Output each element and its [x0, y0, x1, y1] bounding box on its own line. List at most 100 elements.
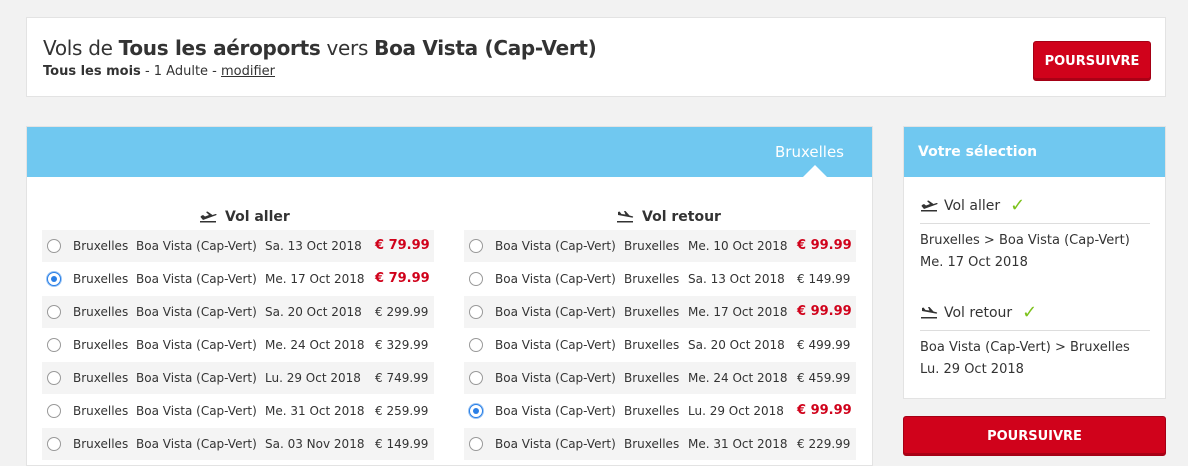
flight-date: Me. 24 Oct 2018: [688, 371, 788, 385]
flight-date: Me. 31 Oct 2018: [688, 437, 788, 451]
outbound-flight-row[interactable]: Bruxelles Boa Vista (Cap-Vert) Sa. 13 Oct …: [42, 230, 434, 262]
search-subtitle: Tous les mois - 1 Adulte - modifier: [43, 64, 275, 79]
flight-date: Me. 17 Oct 2018: [688, 305, 788, 319]
flight-date: Sa. 20 Oct 2018: [265, 305, 362, 319]
flight-origin: Bruxelles: [73, 437, 129, 451]
outbound-flight-row[interactable]: Bruxelles Boa Vista (Cap-Vert) Me. 17 Oct …: [42, 263, 434, 295]
flight-origin: Bruxelles: [73, 338, 129, 352]
flight-destination: Boa Vista (Cap-Vert): [136, 437, 257, 451]
tab-indicator: [802, 165, 828, 178]
flight-destination: Boa Vista (Cap-Vert): [136, 338, 257, 352]
flight-origin: Boa Vista (Cap-Vert): [495, 272, 616, 286]
flight-date: Lu. 29 Oct 2018: [265, 371, 361, 385]
plane-takeoff-icon: [921, 200, 938, 211]
outbound-flight-row[interactable]: Bruxelles Boa Vista (Cap-Vert) Sa. 03 Nov …: [42, 428, 434, 460]
inbound-flight-row[interactable]: Boa Vista (Cap-Vert) Bruxelles Me. 10 Oct …: [464, 230, 856, 262]
title-connector: vers: [320, 36, 375, 60]
flight-radio[interactable]: [47, 305, 61, 319]
divider: [920, 330, 1150, 331]
flight-origin: Boa Vista (Cap-Vert): [495, 338, 616, 352]
search-summary-panel: Vols de Tous les aéroports vers Boa Vist…: [26, 17, 1166, 97]
flight-radio[interactable]: [469, 338, 483, 352]
flight-price: € 259.99: [375, 404, 429, 418]
selection-outbound-label: Vol aller: [944, 197, 1001, 214]
check-icon: ✓: [1022, 302, 1038, 323]
flight-radio[interactable]: [47, 338, 61, 352]
selection-outbound-details: Bruxelles > Boa Vista (Cap-Vert) Me. 17 …: [920, 230, 1130, 274]
selection-inbound-date: Lu. 29 Oct 2018: [920, 362, 1024, 377]
plane-takeoff-icon: [200, 211, 217, 223]
selection-outbound-title: Vol aller ✓: [920, 195, 1025, 216]
flight-radio[interactable]: [47, 371, 61, 385]
flight-price: € 149.99: [375, 437, 429, 451]
passengers-label: - 1 Adulte -: [140, 64, 221, 79]
flight-destination: Boa Vista (Cap-Vert): [136, 305, 257, 319]
inbound-flight-row[interactable]: Boa Vista (Cap-Vert) Bruxelles Sa. 20 Oct …: [464, 329, 856, 361]
flight-radio[interactable]: [47, 272, 61, 286]
flight-destination: Bruxelles: [624, 371, 680, 385]
modify-link[interactable]: modifier: [221, 64, 275, 79]
selection-panel: Votre sélection Vol aller ✓ Bruxelles > …: [903, 126, 1166, 399]
flight-date: Sa. 03 Nov 2018: [265, 437, 365, 451]
flight-destination: Boa Vista (Cap-Vert): [136, 404, 257, 418]
tab-bruxelles[interactable]: Bruxelles: [775, 143, 844, 161]
outbound-flight-row[interactable]: Bruxelles Boa Vista (Cap-Vert) Me. 31 Oct …: [42, 395, 434, 427]
plane-landing-icon: [921, 306, 938, 318]
outbound-flight-row[interactable]: Bruxelles Boa Vista (Cap-Vert) Me. 24 Oct …: [42, 329, 434, 361]
inbound-flight-row[interactable]: Boa Vista (Cap-Vert) Bruxelles Me. 31 Oct …: [464, 428, 856, 460]
flight-origin: Bruxelles: [73, 272, 129, 286]
flight-destination: Bruxelles: [624, 305, 680, 319]
flight-destination: Boa Vista (Cap-Vert): [136, 272, 257, 286]
flight-radio[interactable]: [469, 371, 483, 385]
inbound-flight-row[interactable]: Boa Vista (Cap-Vert) Bruxelles Sa. 13 Oct …: [464, 263, 856, 295]
flight-date: Me. 17 Oct 2018: [265, 272, 365, 286]
flights-panel: Bruxelles Vol aller Vol retour Bruxelles…: [26, 126, 873, 466]
flight-radio[interactable]: [47, 404, 61, 418]
flight-price: € 99.99: [797, 238, 852, 253]
inbound-flight-row[interactable]: Boa Vista (Cap-Vert) Bruxelles Me. 24 Oct …: [464, 362, 856, 394]
flight-radio[interactable]: [469, 305, 483, 319]
outbound-flight-row[interactable]: Bruxelles Boa Vista (Cap-Vert) Sa. 20 Oct …: [42, 296, 434, 328]
flight-radio[interactable]: [47, 437, 61, 451]
flight-date: Lu. 29 Oct 2018: [688, 404, 784, 418]
flight-destination: Bruxelles: [624, 239, 680, 253]
flight-price: € 149.99: [797, 272, 851, 286]
period-label: Tous les mois: [43, 64, 141, 79]
flight-origin: Bruxelles: [73, 239, 129, 253]
flight-radio[interactable]: [469, 272, 483, 286]
flight-origin: Boa Vista (Cap-Vert): [495, 305, 616, 319]
flight-destination: Bruxelles: [624, 338, 680, 352]
title-origin: Tous les aéroports: [118, 36, 321, 60]
flight-radio[interactable]: [47, 239, 61, 253]
outbound-flight-row[interactable]: Bruxelles Boa Vista (Cap-Vert) Lu. 29 Oct …: [42, 362, 434, 394]
inbound-column-title: Vol retour: [616, 209, 721, 225]
selection-inbound-title: Vol retour ✓: [920, 302, 1037, 323]
flight-origin: Boa Vista (Cap-Vert): [495, 371, 616, 385]
divider: [920, 223, 1150, 224]
inbound-flight-row[interactable]: Boa Vista (Cap-Vert) Bruxelles Lu. 29 Oct …: [464, 395, 856, 427]
inbound-title-label: Vol retour: [642, 209, 721, 225]
flight-price: € 79.99: [375, 271, 430, 286]
flight-price: € 499.99: [797, 338, 851, 352]
selection-inbound-details: Boa Vista (Cap-Vert) > Bruxelles Lu. 29 …: [920, 337, 1130, 381]
flight-price: € 749.99: [375, 371, 429, 385]
inbound-flight-row[interactable]: Boa Vista (Cap-Vert) Bruxelles Me. 17 Oct …: [464, 296, 856, 328]
continue-button-sidebar[interactable]: POURSUIVRE: [903, 416, 1166, 456]
flight-price: € 99.99: [797, 403, 852, 418]
flight-price: € 459.99: [797, 371, 851, 385]
flight-origin: Boa Vista (Cap-Vert): [495, 239, 616, 253]
outbound-title-label: Vol aller: [225, 209, 290, 225]
flight-destination: Bruxelles: [624, 404, 680, 418]
flight-origin: Boa Vista (Cap-Vert): [495, 437, 616, 451]
selection-title: Votre sélection: [904, 127, 1165, 177]
flight-radio[interactable]: [469, 239, 483, 253]
plane-landing-icon: [617, 211, 634, 223]
flight-date: Sa. 13 Oct 2018: [688, 272, 785, 286]
flight-destination: Boa Vista (Cap-Vert): [136, 371, 257, 385]
flight-origin: Bruxelles: [73, 305, 129, 319]
continue-button-top[interactable]: POURSUIVRE: [1033, 41, 1151, 81]
title-prefix: Vols de: [43, 36, 119, 60]
flight-radio[interactable]: [469, 437, 483, 451]
flight-destination: Bruxelles: [624, 437, 680, 451]
flight-radio[interactable]: [469, 404, 483, 418]
